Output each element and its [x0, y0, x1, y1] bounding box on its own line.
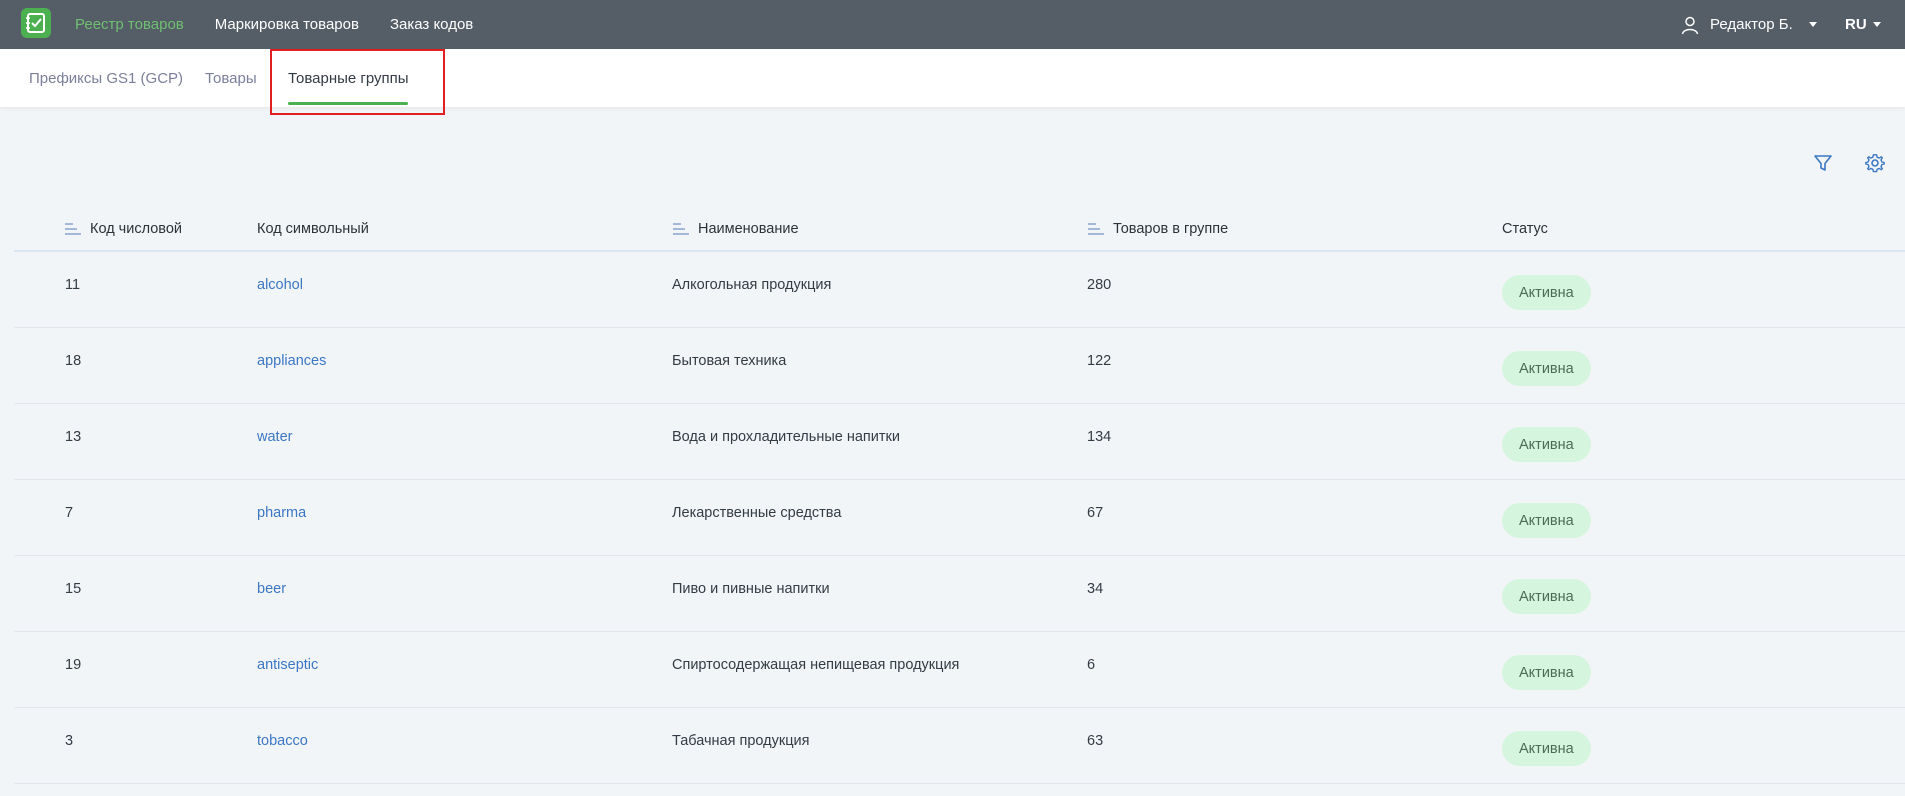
user-name: Редактор Б. [1710, 16, 1793, 33]
column-status: Статус [1502, 205, 1548, 252]
language-selector[interactable]: RU [1845, 0, 1881, 49]
symbolic-code-link[interactable]: pharma [257, 505, 306, 521]
highlight-box [270, 49, 445, 115]
items-count: 122 [1087, 353, 1112, 369]
column-label: Статус [1502, 220, 1548, 237]
items-count: 134 [1087, 429, 1112, 445]
tab-gs1-prefixes[interactable]: Префиксы GS1 (GCP) [29, 49, 183, 107]
table-row[interactable]: 7 pharma Лекарственные средства 67 Актив… [14, 480, 1905, 556]
numeric-code: 18 [65, 353, 82, 369]
status-badge: Активна [1502, 275, 1591, 310]
chevron-down-icon [1808, 22, 1817, 27]
items-count: 280 [1087, 277, 1112, 293]
items-count: 67 [1087, 505, 1104, 521]
group-name: Пиво и пивные напитки [672, 581, 830, 597]
status-badge: Активна [1502, 503, 1591, 538]
items-count: 34 [1087, 581, 1104, 597]
symbolic-code-link[interactable]: appliances [257, 353, 326, 369]
status-badge: Активна [1502, 427, 1591, 462]
items-count: 6 [1087, 657, 1096, 673]
group-name: Спиртосодержащая непищевая продукция [672, 657, 960, 673]
user-menu[interactable]: Редактор Б. [1680, 0, 1817, 49]
column-label: Код символьный [257, 220, 369, 237]
nav-marking[interactable]: Маркировка товаров [215, 16, 359, 33]
top-nav: Реестр товаров Маркировка товаров Заказ … [75, 0, 473, 49]
sort-icon [1088, 222, 1104, 235]
items-count: 63 [1087, 733, 1104, 749]
filter-icon[interactable] [1812, 152, 1834, 174]
nav-registry[interactable]: Реестр товаров [75, 16, 184, 33]
chevron-down-icon [1872, 22, 1881, 27]
symbolic-code-link[interactable]: water [257, 429, 292, 445]
table-row[interactable]: 18 appliances Бытовая техника 122 Активн… [14, 328, 1905, 404]
symbolic-code-link[interactable]: beer [257, 581, 286, 597]
tab-products[interactable]: Товары [205, 49, 257, 107]
table-row[interactable]: 11 alcohol Алкогольная продукция 280 Акт… [14, 252, 1905, 328]
symbolic-code-link[interactable]: tobacco [257, 733, 308, 749]
status-badge: Активна [1502, 351, 1591, 386]
top-bar: Реестр товаров Маркировка товаров Заказ … [0, 0, 1905, 49]
status-badge: Активна [1502, 655, 1591, 690]
table-row[interactable]: 19 antiseptic Спиртосодержащая непищевая… [14, 632, 1905, 708]
table-row[interactable]: 3 tobacco Табачная продукция 63 Активна [14, 708, 1905, 784]
status-badge: Активна [1502, 731, 1591, 766]
numeric-code: 13 [65, 429, 82, 445]
table-row[interactable]: 13 water Вода и прохладительные напитки … [14, 404, 1905, 480]
column-name[interactable]: Наименование [672, 205, 799, 252]
group-name: Алкогольная продукция [672, 277, 832, 293]
column-items-in-group[interactable]: Товаров в группе [1087, 205, 1228, 252]
symbolic-code-link[interactable]: antiseptic [257, 657, 318, 673]
column-numeric-code[interactable]: Код числовой [64, 205, 182, 252]
numeric-code: 15 [65, 581, 82, 597]
numeric-code: 11 [65, 277, 81, 293]
user-icon [1681, 16, 1699, 34]
numeric-code: 7 [65, 505, 74, 521]
column-symbolic-code: Код символьный [257, 205, 369, 252]
numeric-code: 19 [65, 657, 82, 673]
group-name: Лекарственные средства [672, 505, 842, 521]
group-name: Табачная продукция [672, 733, 810, 749]
column-label: Наименование [698, 220, 799, 237]
numeric-code: 3 [65, 733, 74, 749]
column-label: Код числовой [90, 220, 182, 237]
nav-code-orders[interactable]: Заказ кодов [390, 16, 473, 33]
symbolic-code-link[interactable]: alcohol [257, 277, 303, 293]
sort-icon [65, 222, 81, 235]
table-row[interactable]: 15 beer Пиво и пивные напитки 34 Активна [14, 556, 1905, 632]
status-badge: Активна [1502, 579, 1591, 614]
app-logo-icon[interactable] [21, 8, 51, 38]
group-name: Вода и прохладительные напитки [672, 429, 900, 445]
product-groups-table: Код числовой Код символьный Наименование… [14, 205, 1905, 784]
group-name: Бытовая техника [672, 353, 787, 369]
column-label: Товаров в группе [1113, 220, 1229, 237]
gear-icon[interactable] [1864, 152, 1886, 174]
sort-icon [673, 222, 689, 235]
language-label: RU [1845, 16, 1867, 33]
table-header: Код числовой Код символьный Наименование… [14, 205, 1905, 252]
